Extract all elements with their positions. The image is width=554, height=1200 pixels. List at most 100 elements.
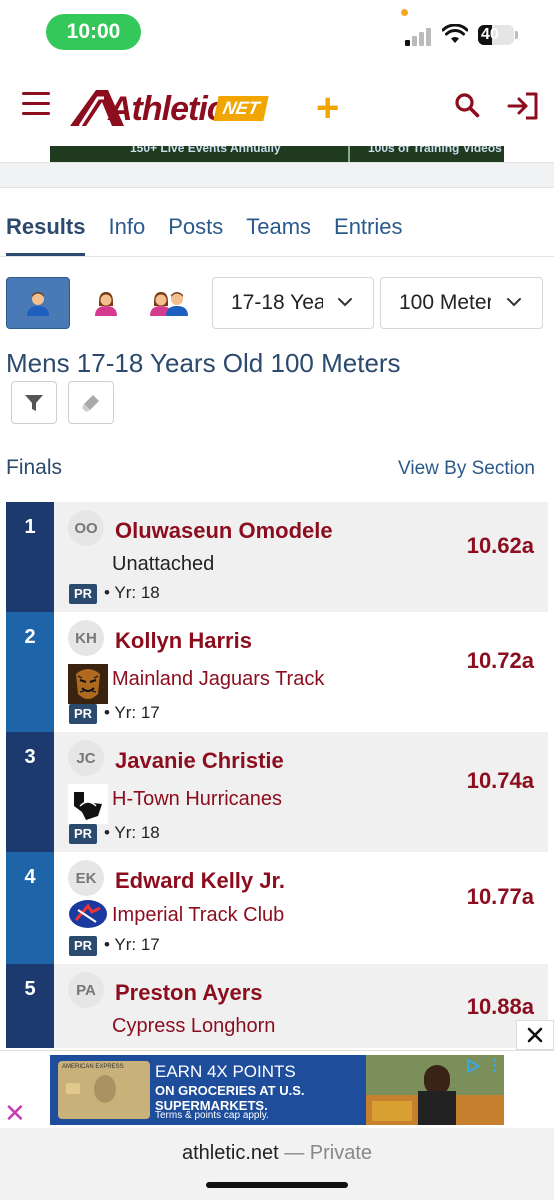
promo-banner-left-text: 150+ Live Events Annually bbox=[130, 146, 281, 155]
gender-all-button[interactable] bbox=[138, 277, 202, 329]
tab-posts[interactable]: Posts bbox=[168, 214, 223, 254]
adchoices-play-icon[interactable] bbox=[466, 1059, 480, 1073]
team-name-link[interactable]: H-Town Hurricanes bbox=[112, 788, 282, 811]
browser-address-bar[interactable]: athletic.net — Private bbox=[0, 1128, 554, 1200]
athlete-year-text: Yr: 17 bbox=[114, 703, 160, 722]
result-mark: 10.72a bbox=[466, 648, 534, 673]
ad-choices-icon[interactable]: ✕ bbox=[4, 1098, 26, 1129]
place-number: 5 bbox=[6, 964, 54, 1048]
result-row-body: JC Javanie Christie H-Town Hurricanes PR… bbox=[54, 732, 548, 852]
athletic-net-logo[interactable]: Athletic NET + bbox=[68, 84, 358, 132]
ad-subheadline-line1: ON GROCERIES AT U.S. bbox=[155, 1083, 305, 1098]
athlete-year-text: Yr: 18 bbox=[114, 823, 160, 842]
battery-cap bbox=[515, 31, 518, 39]
status-bar: 10:00 40 bbox=[0, 0, 554, 60]
tab-results[interactable]: Results bbox=[6, 214, 86, 256]
filter-button[interactable] bbox=[11, 381, 57, 424]
highlighter-icon bbox=[82, 394, 99, 412]
athlete-year: • Yr: 17 bbox=[104, 935, 160, 954]
athlete-avatar: JC bbox=[68, 740, 104, 776]
highlight-button[interactable] bbox=[68, 381, 114, 424]
athlete-name-link[interactable]: Javanie Christie bbox=[115, 748, 284, 774]
ad-subheadline: ON GROCERIES AT U.S. SUPERMARKETS. bbox=[155, 1083, 305, 1113]
filter-icon bbox=[25, 394, 43, 411]
female-person-icon bbox=[95, 292, 117, 316]
battery-level: 40 bbox=[481, 26, 499, 43]
tab-info[interactable]: Info bbox=[108, 214, 145, 254]
team-name: Unattached bbox=[112, 553, 215, 575]
logo-plus-mark: + bbox=[316, 86, 340, 130]
ad-menu-icon[interactable] bbox=[493, 1059, 496, 1073]
result-row-body: KH Kollyn Harris Mainland Jaguars Track … bbox=[54, 612, 548, 732]
close-icon bbox=[527, 1027, 543, 1043]
logo-wordmark: Athletic bbox=[108, 90, 226, 128]
address-bar-text: athletic.net — Private bbox=[0, 1142, 554, 1165]
athlete-name-link[interactable]: Kollyn Harris bbox=[115, 628, 252, 654]
age-group-select[interactable]: 17-18 Years bbox=[212, 277, 374, 329]
result-row[interactable]: 5 PA Preston Ayers Cypress Longhorn 10.8… bbox=[6, 964, 548, 1048]
place-number: 2 bbox=[6, 612, 54, 732]
ad-close-button[interactable] bbox=[516, 1020, 554, 1050]
male-person-icon bbox=[27, 292, 49, 316]
amex-card-brand: AMERICAN EXPRESS bbox=[62, 1064, 124, 1070]
tab-entries[interactable]: Entries bbox=[334, 214, 402, 254]
athlete-year: • Yr: 17 bbox=[104, 703, 160, 722]
result-row-body: EK Edward Kelly Jr. Imperial Track Club … bbox=[54, 852, 548, 972]
ad-headline: EARN 4X POINTS bbox=[155, 1062, 296, 1081]
ad-banner[interactable]: AMERICAN EXPRESS EARN 4X POINTS ON GROCE… bbox=[50, 1055, 504, 1125]
result-row-body: PA Preston Ayers Cypress Longhorn 10.88a bbox=[54, 964, 548, 1048]
athlete-name-link[interactable]: Oluwaseun Omodele bbox=[115, 518, 333, 544]
athlete-name-link[interactable]: Preston Ayers bbox=[115, 980, 263, 1006]
page-title: Mens 17-18 Years Old 100 Meters bbox=[6, 348, 401, 378]
result-row[interactable]: 1 OO Oluwaseun Omodele Unattached PR • Y… bbox=[6, 502, 548, 622]
athlete-avatar: KH bbox=[68, 620, 104, 656]
athlete-name-link[interactable]: Edward Kelly Jr. bbox=[115, 868, 285, 894]
card-portrait bbox=[94, 1075, 116, 1103]
athlete-year-text: Yr: 18 bbox=[114, 583, 160, 602]
age-group-select-value: 17-18 Years bbox=[231, 291, 323, 314]
chevron-down-icon bbox=[338, 298, 352, 307]
place-number: 3 bbox=[6, 732, 54, 852]
team-logo-jaguar bbox=[68, 664, 108, 704]
search-icon[interactable] bbox=[454, 92, 480, 118]
ad-grocery-photo bbox=[366, 1055, 504, 1125]
gender-female-button[interactable] bbox=[74, 277, 138, 329]
team-name-link[interactable]: Imperial Track Club bbox=[112, 904, 284, 927]
promo-banner[interactable]: 150+ Live Events Annually 100s of Traini… bbox=[50, 146, 504, 162]
result-mark: 10.77a bbox=[466, 884, 534, 909]
team-logo-hurricanes bbox=[68, 784, 108, 824]
result-mark: 10.88a bbox=[466, 994, 534, 1019]
hamburger-icon[interactable] bbox=[22, 92, 50, 116]
group-people-icon bbox=[150, 292, 188, 316]
result-row[interactable]: 4 EK Edward Kelly Jr. Imperial Track Clu… bbox=[6, 852, 548, 972]
tab-teams[interactable]: Teams bbox=[246, 214, 311, 254]
home-indicator[interactable] bbox=[206, 1182, 348, 1188]
wifi-icon bbox=[442, 24, 468, 43]
team-name-link[interactable]: Mainland Jaguars Track bbox=[112, 668, 324, 691]
sign-in-icon[interactable] bbox=[506, 92, 540, 120]
pr-badge: PR bbox=[69, 824, 97, 844]
battery-icon: 40 bbox=[478, 25, 514, 45]
result-row[interactable]: 3 JC Javanie Christie H-Town Hurricanes … bbox=[6, 732, 548, 852]
pr-badge: PR bbox=[69, 584, 97, 604]
pr-badge: PR bbox=[69, 936, 97, 956]
privacy-indicator-dot bbox=[401, 9, 408, 16]
pr-badge: PR bbox=[69, 704, 97, 724]
athlete-avatar: EK bbox=[68, 860, 104, 896]
amex-card-image: AMERICAN EXPRESS bbox=[58, 1061, 150, 1119]
result-row[interactable]: 2 KH Kollyn Harris Mainland Jaguars Trac… bbox=[6, 612, 548, 732]
result-mark: 10.74a bbox=[466, 768, 534, 793]
place-number: 1 bbox=[6, 502, 54, 622]
status-time: 10:00 bbox=[46, 14, 141, 50]
view-by-section-link[interactable]: View By Section bbox=[398, 458, 535, 480]
section-label: Finals bbox=[6, 456, 63, 479]
team-name-link[interactable]: Cypress Longhorn bbox=[112, 1015, 275, 1038]
card-chip-icon bbox=[66, 1083, 80, 1094]
place-number: 4 bbox=[6, 852, 54, 972]
gender-male-button[interactable] bbox=[6, 277, 70, 329]
team-logo-imperial bbox=[68, 898, 108, 938]
private-mode-label: — Private bbox=[278, 1142, 373, 1164]
url-host: athletic.net bbox=[181, 1142, 279, 1164]
result-mark: 10.62a bbox=[466, 533, 534, 558]
event-select[interactable]: 100 Meters bbox=[380, 277, 543, 329]
